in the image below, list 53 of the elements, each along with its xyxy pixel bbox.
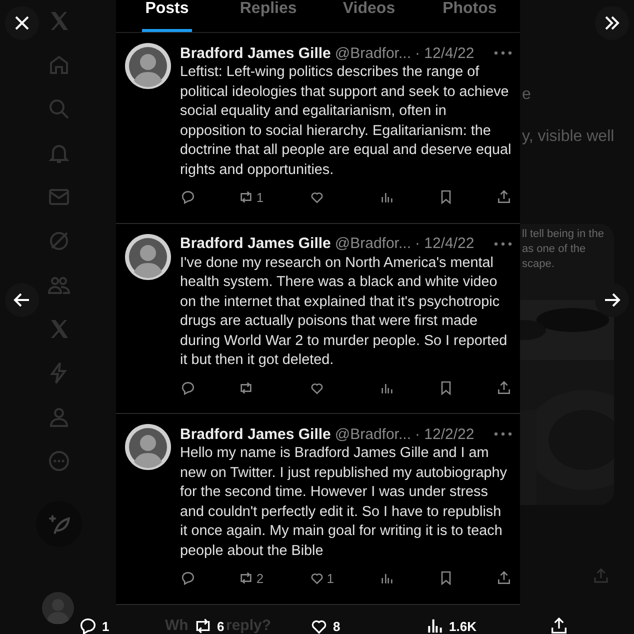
- reply-icon[interactable]: [180, 570, 196, 586]
- share-icon[interactable]: [496, 189, 512, 205]
- more-icon[interactable]: [494, 242, 512, 246]
- author-name[interactable]: Bradford James Gille: [180, 426, 331, 443]
- like-count: 8: [333, 618, 340, 634]
- post-date[interactable]: · 12/4/22: [414, 44, 474, 62]
- author-handle[interactable]: @Bradfor...: [334, 426, 411, 443]
- reply-icon[interactable]: [180, 189, 196, 205]
- avatar-icon[interactable]: [125, 43, 171, 89]
- profile-tab[interactable]: Posts: [142, 0, 192, 32]
- close-icon: [14, 15, 30, 31]
- like-count: 1: [326, 570, 334, 586]
- repost-count: 1: [256, 190, 264, 204]
- background-text: as one of the: [522, 243, 586, 255]
- background-text: y, visible well: [522, 128, 614, 146]
- right-arrow-icon: [603, 292, 621, 308]
- reply-count: 1: [102, 618, 110, 634]
- avatar-icon[interactable]: [125, 424, 171, 470]
- double-chevron-icon: [603, 15, 621, 31]
- post-date[interactable]: · 12/4/22: [414, 235, 474, 252]
- post-text: I've done my research on North America's mental health system. There was a black and white video on the internet that explained that it's psychotropic drugs are actually poisons that were first made during World War 2 to murder people. So I reported it but then it got deleted.: [180, 254, 508, 370]
- author-name[interactable]: Bradford James Gille: [180, 235, 331, 252]
- repost-icon[interactable]: [238, 189, 254, 205]
- more-icon[interactable]: [494, 51, 512, 55]
- share-icon[interactable]: [496, 380, 512, 396]
- left-arrow-icon: [13, 292, 31, 308]
- more-icon[interactable]: [494, 432, 512, 436]
- avatar-icon: [42, 592, 74, 624]
- author-name[interactable]: Bradford James Gille: [180, 44, 331, 62]
- repost-icon[interactable]: [238, 380, 254, 396]
- reply-icon[interactable]: [180, 380, 196, 396]
- view-count: 1.6K: [449, 618, 476, 634]
- repost-count: 2: [256, 570, 264, 586]
- profile-tab[interactable]: Photos: [419, 0, 520, 32]
- background-text: ll tell being in the: [522, 228, 604, 240]
- repost-count: 6: [217, 618, 224, 634]
- previous-button[interactable]: [5, 283, 39, 317]
- share-icon[interactable]: [549, 616, 569, 634]
- post-date[interactable]: · 12/2/22: [414, 426, 474, 443]
- close-button[interactable]: [5, 6, 39, 40]
- share-icon[interactable]: [496, 570, 512, 586]
- reply-icon[interactable]: [78, 616, 98, 634]
- post-text: Leftist: Left-wing politics describes the range of political ideologies that support and seek to achieve social equality and egalitarianism, often in opposition to social hierarchy. Egalitarianism: the doctrine that all people are equal and deserve equal rights and opportunities.: [180, 63, 512, 180]
- expand-button[interactable]: [595, 6, 629, 40]
- author-handle[interactable]: @Bradfor...: [334, 235, 411, 252]
- repost-icon[interactable]: [238, 570, 254, 586]
- background-text: scape.: [522, 258, 554, 270]
- background-text: e: [522, 86, 531, 104]
- profile-tab[interactable]: Videos: [318, 0, 420, 32]
- avatar-icon[interactable]: [125, 234, 171, 280]
- profile-tab[interactable]: Replies: [218, 0, 319, 32]
- author-handle[interactable]: @Bradfor...: [334, 44, 411, 62]
- post-text: Hello my name is Bradford James Gille and I am new on Twitter. I just republished my autobiography for the second time. However I was under stress and couldn't perfectly edit it. So I have to republish it once again. My main goal for writing it is to teach people about the Bible: [180, 444, 508, 561]
